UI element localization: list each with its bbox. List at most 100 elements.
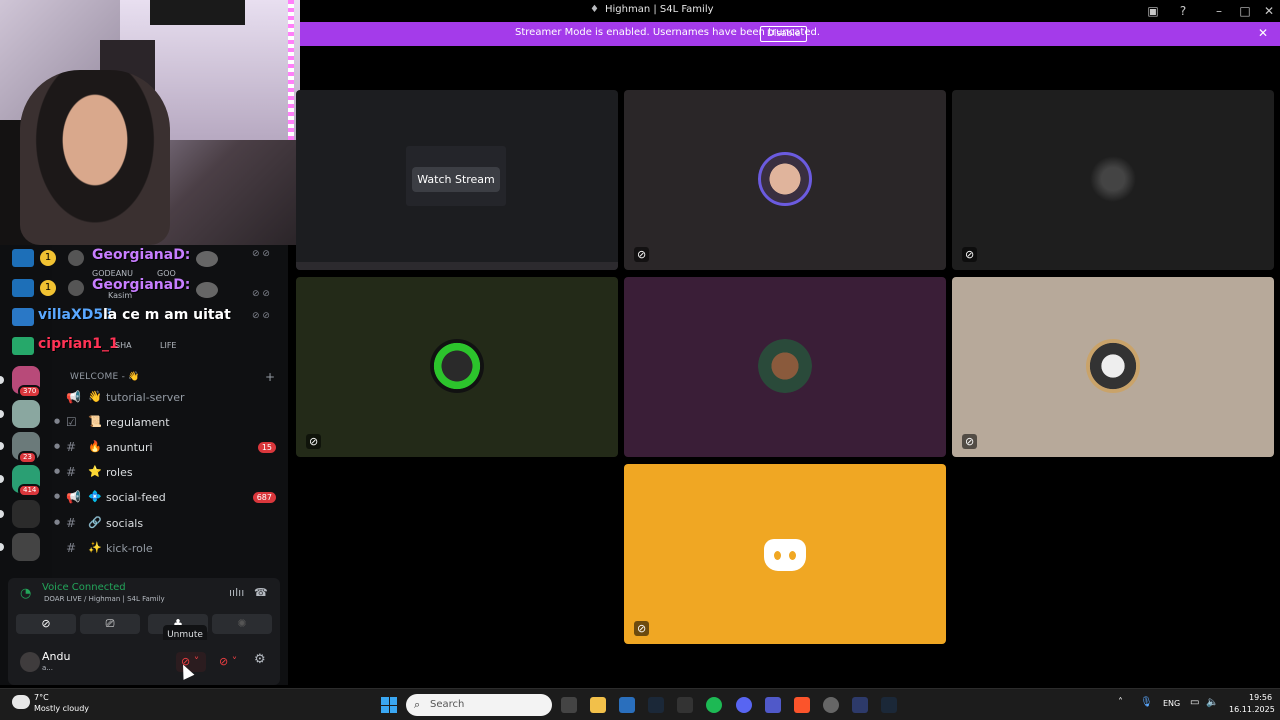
windows-start-icon[interactable]	[381, 697, 397, 713]
channel-anunturi[interactable]: ● # 🔥 anunturi 15	[52, 437, 288, 459]
webcam-tv	[150, 0, 245, 25]
channel-name: regulament	[106, 416, 170, 429]
help-icon[interactable]: ?	[1174, 2, 1192, 20]
taskbar: 7°C Mostly cloudy ⌕ Search ˄ 🎙 ENG ▭ 🔈 1…	[0, 688, 1280, 720]
gear-icon[interactable]: ⚙	[254, 652, 266, 667]
category-header[interactable]: WELCOME - 👋	[70, 372, 140, 382]
noise-suppression-icon[interactable]: ıılıı	[229, 586, 244, 599]
add-channel-icon[interactable]: +	[265, 370, 275, 384]
maximize-icon[interactable]: □	[1236, 2, 1254, 20]
channel-tutorial-server[interactable]: 📢 👋 tutorial-server	[52, 387, 288, 409]
server-icon[interactable]	[12, 400, 40, 428]
rank-badge-icon: 1	[40, 280, 56, 296]
signal-icon[interactable]: ◔	[20, 586, 31, 601]
chat-username: ciprian1_1	[38, 336, 119, 352]
disconnect-icon[interactable]: ☎	[254, 586, 268, 599]
muted-mic-icon: ⊘ ⊘	[252, 311, 270, 321]
spotify-icon[interactable]	[706, 697, 722, 713]
mention-count-badge: 370	[18, 385, 42, 398]
channel-name: anunturi	[106, 441, 153, 454]
discord-icon[interactable]	[736, 697, 752, 713]
clock-date[interactable]: 16.11.2025	[1229, 705, 1275, 714]
monitor-icon[interactable]: ▭	[1190, 697, 1199, 708]
brave-icon[interactable]	[794, 697, 810, 713]
username[interactable]: Andu	[42, 650, 70, 663]
voice-channel-path[interactable]: DOAR LIVE / Highman | S4L Family	[44, 595, 165, 603]
weather-condition[interactable]: Mostly cloudy	[34, 704, 89, 713]
language-indicator[interactable]: ENG	[1163, 699, 1180, 708]
server-icon[interactable]	[12, 533, 40, 561]
unread-dot-icon: ●	[54, 518, 61, 526]
chat-avatar	[68, 280, 84, 296]
clock-time[interactable]: 19:56	[1249, 693, 1272, 702]
channel-social-feed[interactable]: ● 📢 💠 social-feed 687	[52, 487, 288, 509]
participant-tile[interactable]: ⊘	[952, 277, 1274, 457]
channel-emoji: 💠	[88, 490, 102, 503]
channel-name: tutorial-server	[106, 391, 185, 404]
channel-kick-role[interactable]: # ✨ kick-role	[52, 538, 288, 560]
webcam-overlay	[0, 0, 300, 245]
channel-roles[interactable]: ● # ⭐ roles	[52, 462, 288, 484]
watch-stream-button[interactable]: Watch Stream	[412, 167, 500, 192]
text-channel-icon: #	[66, 516, 77, 530]
file-explorer-icon[interactable]	[590, 697, 606, 713]
chevron-up-icon[interactable]: ˄	[1118, 697, 1123, 708]
cloud-icon[interactable]	[12, 695, 30, 709]
voice-member-name: SHA	[115, 341, 132, 350]
chat-avatar	[196, 251, 218, 267]
close-icon[interactable]: ✕	[1260, 2, 1278, 20]
chat-message: la ce m am uitat	[103, 307, 231, 323]
minimize-icon[interactable]: –	[1210, 2, 1228, 20]
mention-count-badge: 23	[18, 451, 37, 464]
avatar[interactable]	[20, 652, 40, 672]
channel-emoji: 🔥	[88, 440, 102, 453]
participant-tile[interactable]: ⊘	[952, 90, 1274, 270]
chatgpt-icon[interactable]	[823, 697, 839, 713]
teams-icon[interactable]	[765, 697, 781, 713]
chat-badge-icon	[12, 337, 34, 355]
steam-icon[interactable]	[881, 697, 897, 713]
voice-status[interactable]: Voice Connected	[42, 582, 126, 593]
participant-tile[interactable]: ⊘	[624, 464, 946, 644]
task-view-icon[interactable]	[561, 697, 577, 713]
avatar	[430, 339, 484, 393]
server-icon[interactable]: 414	[12, 465, 42, 497]
undeafen-button[interactable]: ⊘ ˅	[214, 652, 244, 672]
channel-emoji: 🔗	[88, 516, 102, 529]
weather-temperature[interactable]: 7°C	[34, 693, 49, 702]
server-icon[interactable]: 370	[12, 366, 42, 398]
webcam-led-strip	[288, 0, 294, 140]
participant-tile[interactable]: ⊘	[624, 90, 946, 270]
announcement-icon: 📢	[66, 390, 81, 404]
user-panel: Andu a... ⊘ ˅ ⊘ ˅ ⚙	[8, 640, 280, 685]
steam-icon[interactable]	[648, 697, 664, 713]
channel-socials[interactable]: ● # 🔗 socials	[52, 513, 288, 535]
stream-preview-strip	[296, 262, 618, 270]
server-icon[interactable]	[12, 500, 40, 528]
microphone-icon[interactable]: 🎙	[1140, 697, 1153, 708]
banner-close-icon[interactable]: ✕	[1258, 26, 1268, 40]
avatar	[758, 339, 812, 393]
volume-icon[interactable]: 🔈	[1206, 697, 1218, 708]
screenshare-icon[interactable]: ⎚	[80, 614, 140, 634]
streamer-mode-banner: Streamer Mode is enabled. Usernames have…	[300, 22, 1280, 46]
taskbar-search[interactable]: ⌕ Search	[406, 694, 552, 716]
camera-off-icon[interactable]: ⊘	[16, 614, 76, 634]
disable-button[interactable]: Disable	[760, 26, 808, 42]
participant-tile[interactable]: ⊘	[296, 277, 618, 457]
camera-off-icon: ⊘	[962, 434, 978, 449]
store-icon[interactable]	[619, 697, 635, 713]
inbox-icon[interactable]: ▣	[1144, 2, 1162, 20]
soundboard-icon[interactable]: ✺	[212, 614, 272, 634]
server-icon[interactable]: 23	[12, 432, 40, 464]
channel-emoji: 👋	[88, 390, 102, 403]
participant-tile[interactable]	[624, 277, 946, 457]
channel-regulament[interactable]: ● ☑ 📜 regulament	[52, 412, 288, 434]
server-glyph-icon: ♦	[590, 4, 599, 15]
app-icon[interactable]	[852, 697, 868, 713]
chat-username: GeorgianaD:	[92, 247, 191, 263]
camera-off-icon: ⊘	[962, 247, 978, 262]
rank-badge-icon: 1	[40, 250, 56, 266]
channel-emoji: ⭐	[88, 465, 102, 478]
epic-games-icon[interactable]	[677, 697, 693, 713]
